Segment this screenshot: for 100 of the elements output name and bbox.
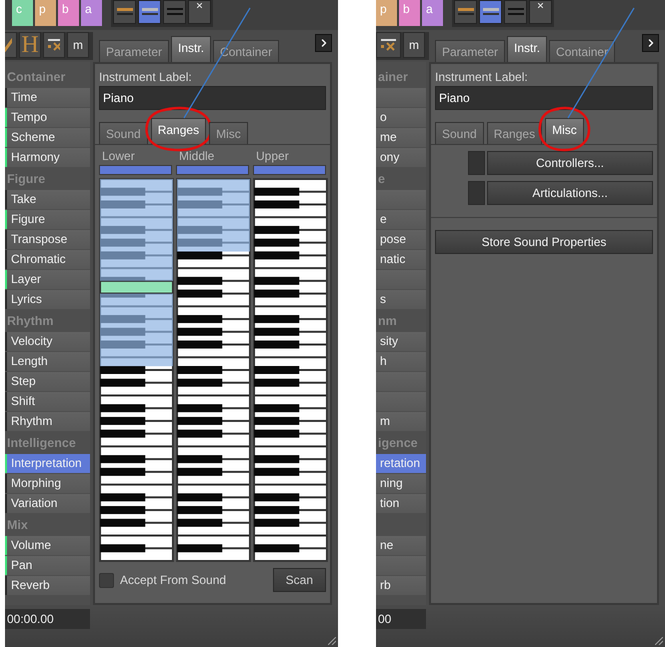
sidebar-item[interactable]: pose: [376, 230, 426, 249]
sidebar-item[interactable]: tion: [376, 494, 426, 513]
toolbar-button[interactable]: [138, 0, 161, 24]
sidebar-item[interactable]: s: [376, 290, 426, 309]
piano-key[interactable]: [177, 455, 222, 464]
instrument-label-field[interactable]: Piano: [99, 86, 326, 110]
sidebar-item[interactable]: Velocity: [5, 332, 90, 351]
piano-keyboard[interactable]: [99, 178, 174, 562]
tab[interactable]: Ranges: [150, 118, 206, 144]
sidebar-item[interactable]: retation: [376, 454, 426, 473]
tab[interactable]: Container: [549, 40, 616, 62]
sidebar-item[interactable]: Interpretation: [5, 454, 90, 473]
tab[interactable]: Parameter: [435, 40, 506, 62]
sidebar-item[interactable]: Morphing: [5, 474, 90, 493]
resize-grip-icon[interactable]: [328, 637, 336, 645]
dialog-button[interactable]: Articulations...: [487, 181, 653, 205]
piano-key[interactable]: [100, 506, 146, 514]
piano-key[interactable]: [100, 404, 146, 412]
formula-button[interactable]: [43, 32, 65, 58]
toolbar-button[interactable]: [113, 0, 136, 24]
tab[interactable]: Misc: [209, 122, 248, 144]
sidebar-item[interactable]: o: [376, 108, 426, 127]
piano-key[interactable]: [100, 378, 146, 387]
sidebar-item[interactable]: Tempo: [5, 108, 90, 127]
piano-key[interactable]: [254, 290, 300, 298]
piano-keyboard[interactable]: [253, 178, 328, 562]
sidebar-item[interactable]: Transpose: [5, 230, 90, 249]
color-swatch[interactable]: a: [422, 0, 443, 26]
tab[interactable]: Ranges: [486, 122, 542, 144]
tab[interactable]: Sound: [99, 122, 148, 144]
lines-icon: [166, 8, 182, 16]
instrument-label-field[interactable]: Piano: [435, 86, 653, 110]
piano-key[interactable]: [254, 506, 300, 514]
sidebar-item[interactable]: rb: [376, 576, 426, 595]
sidebar-item[interactable]: natic: [376, 250, 426, 269]
toolbar-button[interactable]: [188, 0, 211, 24]
sidebar-item[interactable]: Lyrics: [5, 290, 90, 309]
piano-key[interactable]: [177, 404, 222, 412]
sidebar-item[interactable]: Figure: [5, 210, 90, 229]
piano-key[interactable]: [177, 340, 222, 349]
sidebar-item[interactable]: Pan: [5, 556, 90, 575]
piano-key[interactable]: [177, 430, 222, 438]
piano-key[interactable]: [254, 238, 300, 247]
piano-key[interactable]: [254, 455, 300, 464]
sidebar-item[interactable]: m: [376, 412, 426, 431]
piano-key[interactable]: [254, 315, 300, 324]
toolbar-button[interactable]: [529, 0, 552, 24]
sidebar-item[interactable]: e: [376, 210, 426, 229]
piano-key[interactable]: [177, 315, 222, 324]
color-swatch[interactable]: a: [81, 0, 102, 26]
sidebar-item[interactable]: Scheme: [5, 128, 90, 147]
m-button[interactable]: m: [403, 32, 425, 58]
tab[interactable]: Instr.: [171, 36, 212, 62]
piano-key[interactable]: [177, 290, 222, 298]
toolbar-button[interactable]: [479, 0, 502, 24]
column-header: Lower: [101, 149, 136, 163]
sidebar-item[interactable]: Harmony: [5, 148, 90, 167]
sidebar-item[interactable]: Take: [5, 190, 90, 209]
piano-key[interactable]: [254, 378, 300, 387]
sidebar-item[interactable]: Reverb: [5, 576, 90, 595]
sidebar-item[interactable]: ning: [376, 474, 426, 493]
piano-key[interactable]: [254, 340, 300, 349]
tab[interactable]: Sound: [435, 122, 484, 144]
sidebar-item[interactable]: Rhythm: [5, 412, 90, 431]
time-field[interactable]: 00:00.00: [5, 609, 90, 629]
next-button[interactable]: [642, 34, 659, 52]
piano-key[interactable]: [100, 455, 146, 464]
piano-key[interactable]: [254, 188, 300, 196]
piano-keyboard[interactable]: [176, 178, 251, 562]
sidebar-item[interactable]: ne: [376, 536, 426, 555]
sidebar-item[interactable]: Length: [5, 352, 90, 371]
tab[interactable]: Parameter: [99, 40, 170, 62]
sidebar-item[interactable]: Layer: [5, 270, 90, 289]
resize-grip-icon[interactable]: [655, 637, 663, 645]
sidebar-item[interactable]: Variation: [5, 494, 90, 513]
sidebar-item[interactable]: ony: [376, 148, 426, 167]
m-button[interactable]: m: [67, 32, 89, 58]
sidebar-item[interactable]: Time: [5, 88, 90, 107]
piano-key[interactable]: [254, 430, 300, 438]
scan-button[interactable]: Scan: [272, 568, 326, 592]
sidebar-item[interactable]: h: [376, 352, 426, 371]
piano-key[interactable]: [254, 404, 300, 412]
tab[interactable]: Misc: [545, 118, 584, 144]
sidebar-item[interactable]: Shift: [5, 392, 90, 411]
sidebar-item[interactable]: sity: [376, 332, 426, 351]
piano-key[interactable]: [177, 506, 222, 514]
next-button[interactable]: [315, 34, 332, 52]
tab[interactable]: Instr.: [507, 36, 548, 62]
piano-key[interactable]: [100, 430, 146, 438]
piano-key[interactable]: [177, 378, 222, 387]
sidebar-item[interactable]: Chromatic: [5, 250, 90, 269]
time-field[interactable]: 00: [376, 609, 426, 629]
sidebar-item[interactable]: me: [376, 128, 426, 147]
sidebar-item[interactable]: Volume: [5, 536, 90, 555]
formula-button[interactable]: [376, 32, 401, 58]
checkbox[interactable]: [99, 572, 114, 588]
store-button[interactable]: Store Sound Properties: [435, 230, 653, 254]
sidebar-item[interactable]: Step: [5, 372, 90, 391]
dialog-button[interactable]: Controllers...: [487, 151, 653, 175]
toolbar-button[interactable]: [454, 0, 477, 24]
